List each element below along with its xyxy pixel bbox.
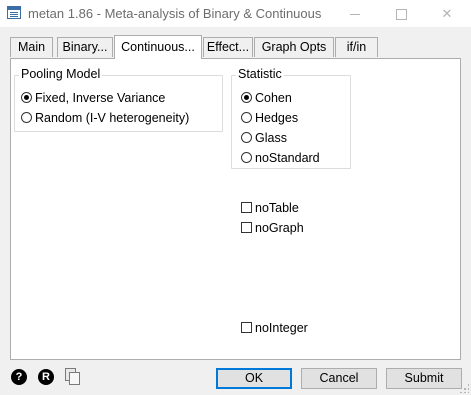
checkbox-icon[interactable] [241,322,252,333]
minimize-icon [350,14,360,16]
cancel-button[interactable]: Cancel [301,368,377,389]
tab-binary[interactable]: Binary... [57,37,113,57]
statistic-option-glass[interactable]: Glass [241,130,287,146]
ok-button[interactable]: OK [216,368,292,389]
window-form-icon [7,6,21,19]
statistic-option-nostandard[interactable]: noStandard [241,150,320,166]
dialog-button-bar: ? R OK Cancel Submit [0,360,471,395]
submit-button[interactable]: Submit [386,368,462,389]
pooling-model-group: Pooling Model Fixed, Inverse Variance Ra… [14,67,223,132]
close-button[interactable]: ✕ [424,0,470,27]
notable-checkbox[interactable]: noTable [241,200,299,216]
pooling-model-title: Pooling Model [19,67,103,81]
nograph-checkbox[interactable]: noGraph [241,220,304,236]
tab-continuous[interactable]: Continuous... [114,35,202,59]
statistic-option-label: noStandard [255,151,320,165]
continuous-panel: Pooling Model Fixed, Inverse Variance Ra… [10,58,461,360]
statistic-option-label: Cohen [255,91,292,105]
help-icon[interactable]: ? [11,369,27,385]
tab-effect[interactable]: Effect... [203,37,253,57]
close-icon: ✕ [441,6,453,21]
tab-main[interactable]: Main [10,37,53,57]
radio-selected-icon[interactable] [241,92,252,103]
statistic-option-label: Hedges [255,111,299,125]
checkbox-icon[interactable] [241,222,252,233]
statistic-group: Statistic Cohen Hedges Glass noStandard [231,67,351,169]
statistic-option-cohen[interactable]: Cohen [241,90,292,106]
pooling-option-label: Fixed, Inverse Variance [35,91,166,105]
statistic-option-hedges[interactable]: Hedges [241,110,298,126]
maximize-icon [395,9,407,21]
title-bar: metan 1.86 - Meta-analysis of Binary & C… [0,0,471,28]
copy-command-icon[interactable] [65,368,81,386]
minimize-button[interactable] [332,0,378,27]
radio-unselected-icon[interactable] [241,112,252,123]
nointeger-checkbox[interactable]: noInteger [241,320,308,336]
radio-selected-icon[interactable] [21,92,32,103]
statistic-title: Statistic [236,67,284,81]
checkbox-icon[interactable] [241,202,252,213]
window-title: metan 1.86 - Meta-analysis of Binary & C… [28,6,322,21]
maximize-button[interactable] [378,0,424,27]
notable-label: noTable [255,201,299,215]
radio-unselected-icon[interactable] [241,152,252,163]
nograph-label: noGraph [255,221,304,235]
pooling-option-fixed[interactable]: Fixed, Inverse Variance [21,90,165,106]
statistic-option-label: Glass [255,131,287,145]
radio-unselected-icon[interactable] [241,132,252,143]
reset-icon[interactable]: R [38,369,54,385]
nointeger-label: noInteger [255,321,308,335]
tab-graph-opts[interactable]: Graph Opts [254,37,334,57]
radio-unselected-icon[interactable] [21,112,32,123]
tab-if-in[interactable]: if/in [335,37,378,57]
pooling-option-label: Random (I-V heterogeneity) [35,111,190,125]
copy-page-front [69,372,80,385]
pooling-option-random[interactable]: Random (I-V heterogeneity) [21,110,189,126]
